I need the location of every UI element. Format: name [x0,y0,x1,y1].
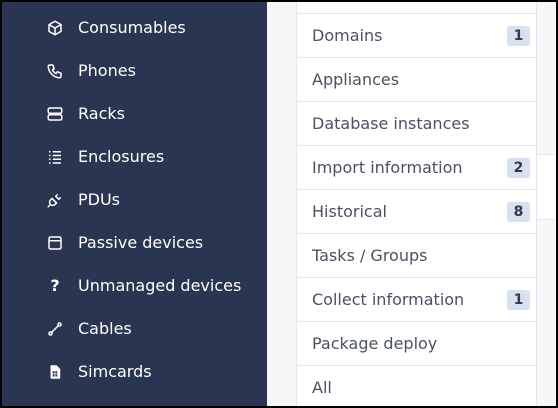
count-badge: 2 [507,157,530,178]
menu-item-label: Import information [312,158,463,177]
question-icon: ? [50,276,60,295]
sidebar-item-cables[interactable]: Cables [2,307,267,350]
sidebar-item-label: Consumables [78,18,186,37]
count-badge: 1 [507,25,530,46]
sidebar-item-enclosures[interactable]: Enclosures [2,135,267,178]
menu-item-domains[interactable]: Domains 1 [297,14,536,58]
sidebar: Consumables Phones Racks Enclosures PDUs [2,2,267,406]
menu-item-package-deploy[interactable]: Package deploy [297,322,536,366]
window-icon [46,234,64,252]
count-badge: 1 [507,289,530,310]
sidebar-item-phones[interactable]: Phones [2,49,267,92]
sidebar-item-label: PDUs [78,190,121,209]
sidebar-item-label: Phones [78,61,136,80]
menu-item-top-edge [297,2,536,14]
sidebar-item-consumables[interactable]: Consumables [2,6,267,49]
menu-item-label: Package deploy [312,334,438,353]
server-icon [46,105,64,123]
sidebar-item-label: Passive devices [78,233,204,252]
sidebar-item-label: Enclosures [78,147,165,166]
plug-icon [46,191,64,209]
menu-item-tasks-groups[interactable]: Tasks / Groups [297,234,536,278]
app-frame: Consumables Phones Racks Enclosures PDUs [2,2,556,406]
menu-item-label: Tasks / Groups [312,246,428,265]
menu-item-collect-information[interactable]: Collect information 1 [297,278,536,322]
sidebar-item-label: Racks [78,104,125,123]
sidebar-item-racks[interactable]: Racks [2,92,267,135]
main-area: Domains 1 Appliances Database instances … [267,2,556,406]
menu-item-all[interactable]: All [297,366,536,406]
menu-item-label: Domains [312,26,383,45]
menu-item-database-instances[interactable]: Database instances [297,102,536,146]
count-badge: 8 [507,201,530,222]
simcard-icon [46,363,64,381]
menu-item-label: All [312,378,332,397]
enclosure-icon [46,148,64,166]
phone-icon [46,62,64,80]
menu-item-label: Collect information [312,290,465,309]
sidebar-item-label: Cables [78,319,132,338]
sidebar-item-label: Simcards [78,362,152,381]
dropdown-menu: Domains 1 Appliances Database instances … [296,2,537,406]
menu-item-label: Database instances [312,114,470,133]
sidebar-item-passive-devices[interactable]: Passive devices [2,221,267,264]
cable-icon [46,320,64,338]
box-icon [46,19,64,37]
menu-item-import-information[interactable]: Import information 2 [297,146,536,190]
menu-item-historical[interactable]: Historical 8 [297,190,536,234]
sidebar-item-label: Unmanaged devices [78,276,242,295]
menu-item-label: Appliances [312,70,400,89]
sidebar-item-simcards[interactable]: Simcards [2,350,267,393]
menu-item-appliances[interactable]: Appliances [297,58,536,102]
sidebar-item-unmanaged-devices[interactable]: ? Unmanaged devices [2,264,267,307]
sidebar-item-pdus[interactable]: PDUs [2,178,267,221]
menu-item-label: Historical [312,202,387,221]
background-panel [535,154,556,220]
